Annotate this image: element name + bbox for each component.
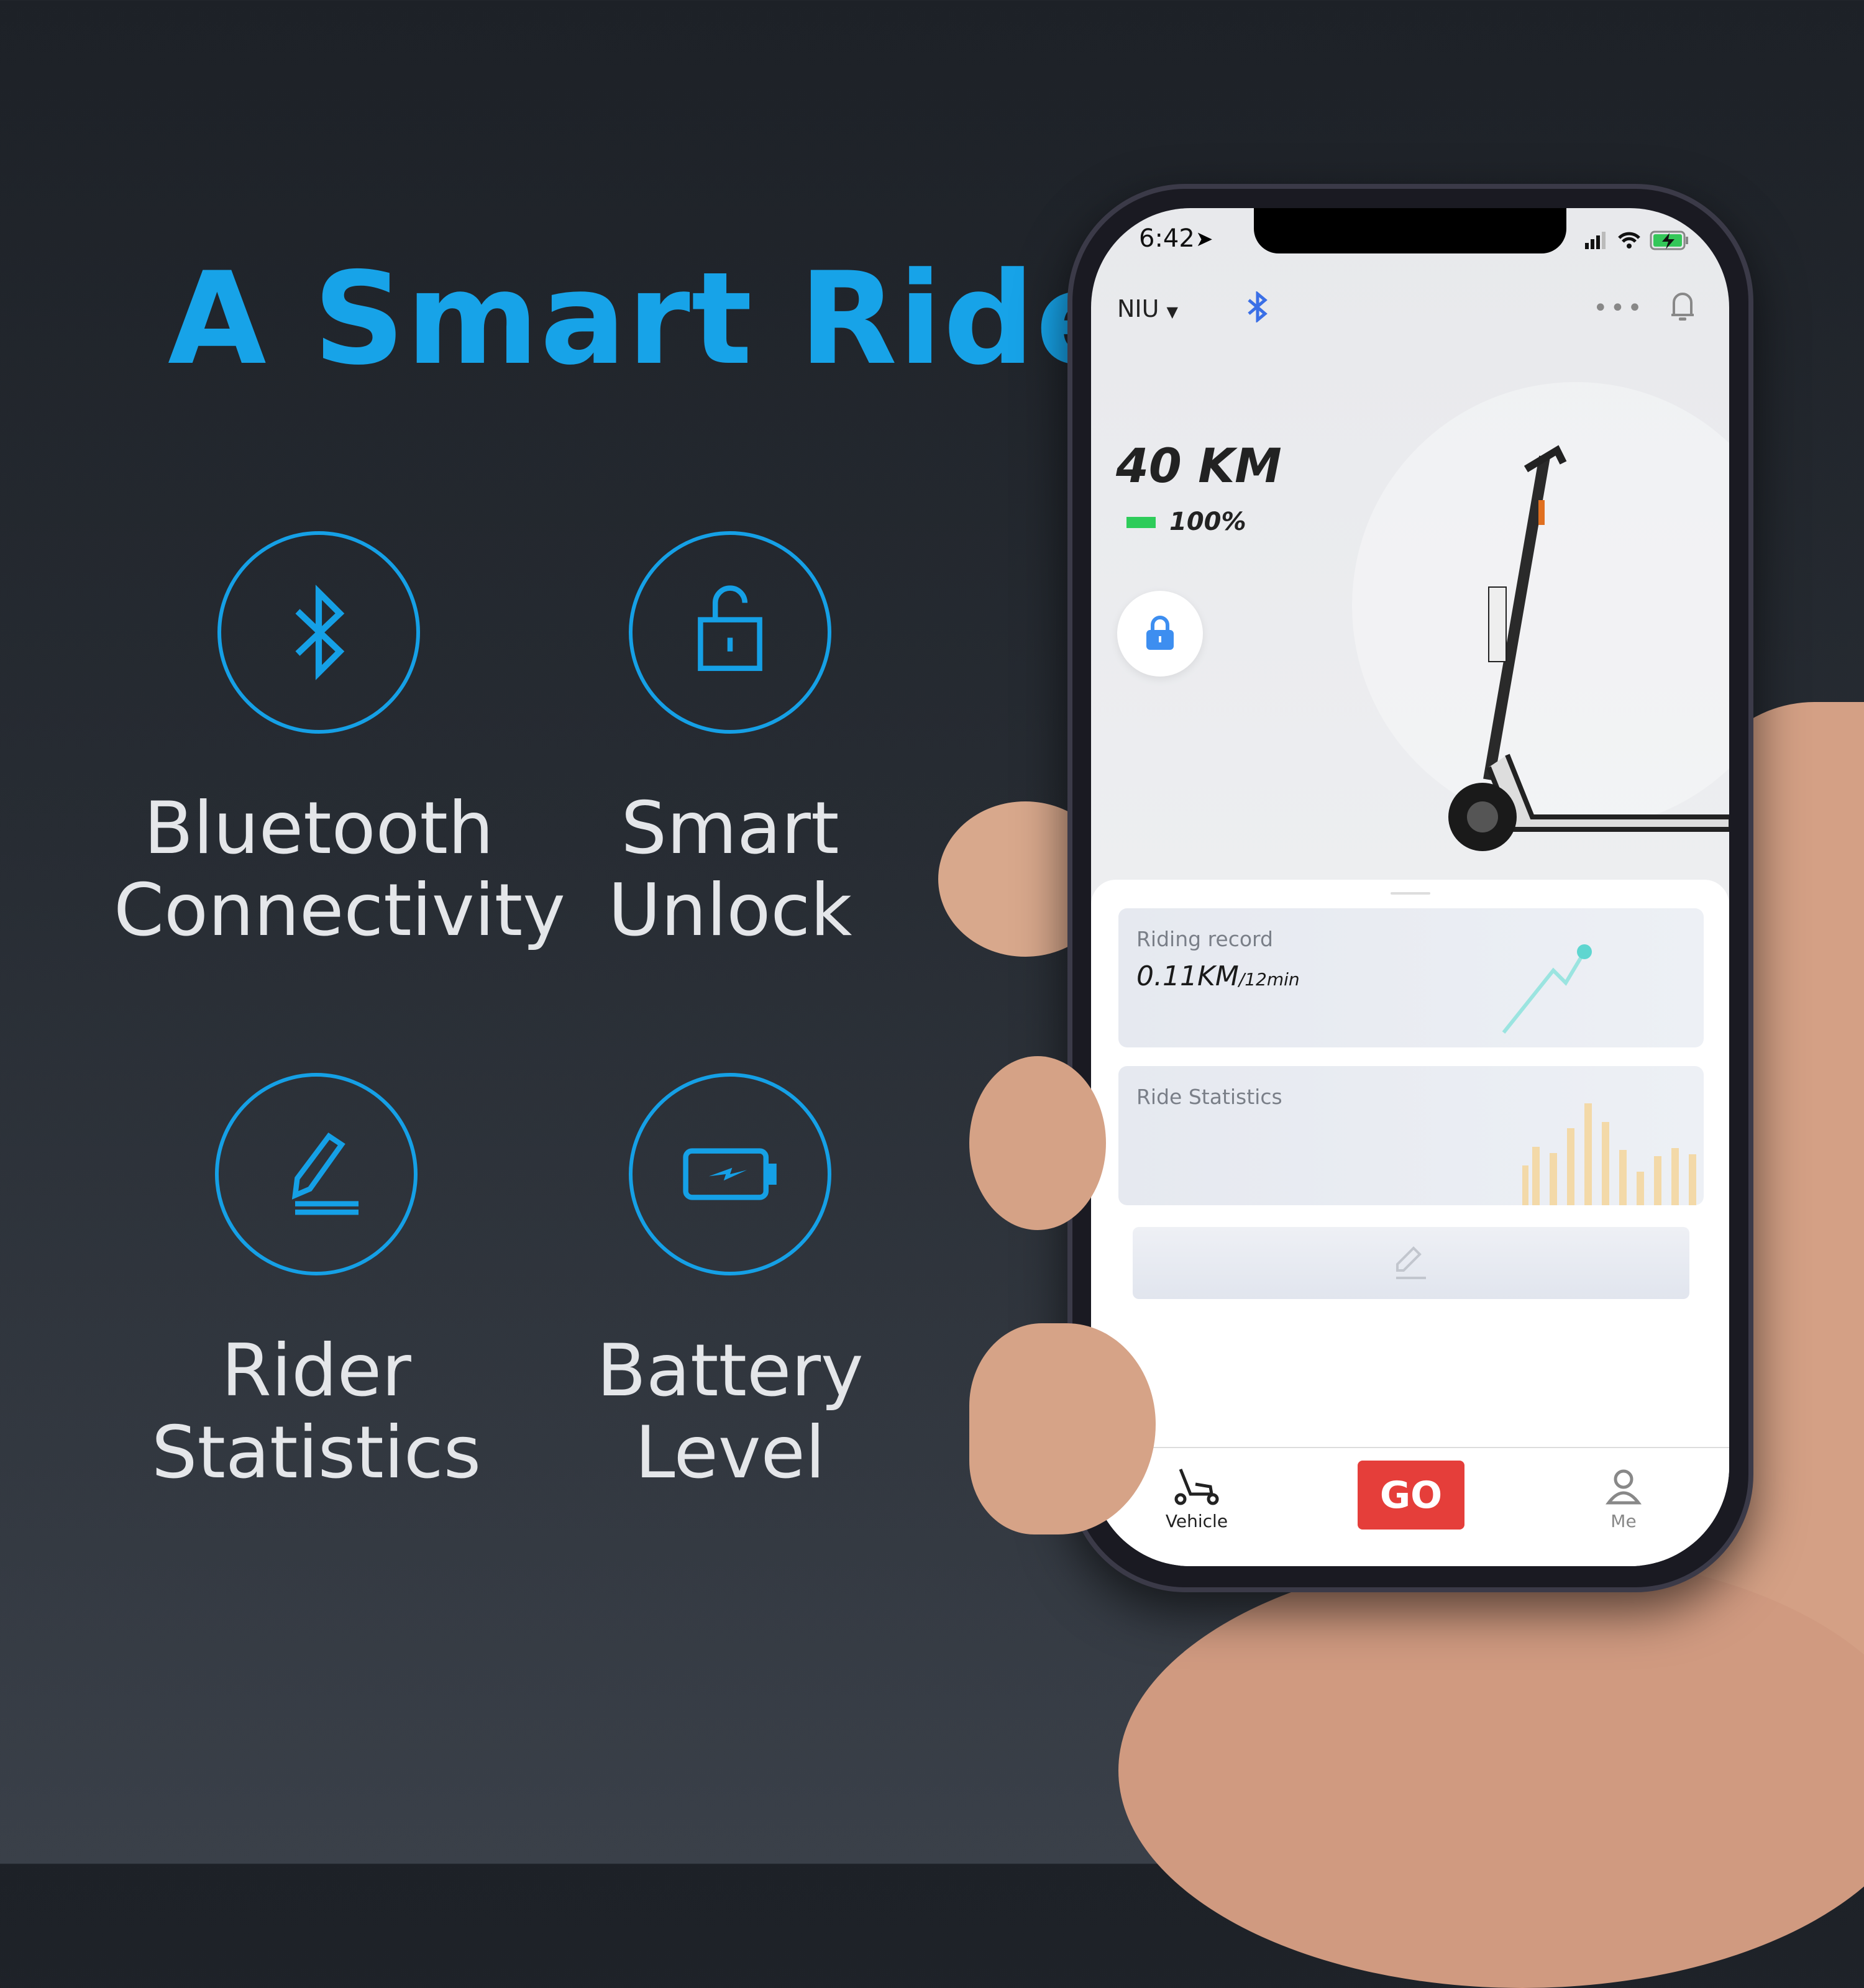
lock-button[interactable]	[1117, 591, 1203, 677]
ride-statistics-label: Ride Statistics	[1136, 1085, 1282, 1109]
phone-screen: 6:42 ➤ NIU ▼ ••• 40 KM 100% Riding recor…	[1091, 208, 1729, 1566]
scooter-icon	[1174, 1469, 1219, 1505]
hand-base	[1118, 1553, 1864, 1988]
feature-statistics: Rider Statistics	[111, 1330, 521, 1494]
vehicle-selector[interactable]: NIU ▼	[1117, 295, 1178, 322]
scooter-image	[1448, 445, 1729, 851]
ride-duration: /12min	[1238, 969, 1300, 990]
tab-vehicle[interactable]: Vehicle	[1153, 1467, 1240, 1531]
more-options-icon[interactable]: •••	[1593, 294, 1645, 322]
feature-label: Level	[634, 1411, 826, 1495]
user-icon	[1605, 1469, 1642, 1505]
feature-unlock: Smart Unlock	[525, 788, 935, 952]
riding-record-card[interactable]: Riding record 0.11KM/12min	[1118, 908, 1704, 1047]
ride-distance: 0.11KM	[1136, 960, 1239, 992]
drag-handle[interactable]	[1391, 892, 1430, 895]
battery-charging-icon	[629, 1073, 831, 1275]
feature-label: Connectivity	[114, 869, 565, 952]
feature-label: Statistics	[151, 1411, 482, 1495]
notch	[1254, 208, 1566, 253]
pencil-icon	[1396, 1246, 1426, 1279]
ride-statistics-card[interactable]: Ride Statistics	[1118, 1066, 1704, 1205]
battery-bar	[1126, 517, 1156, 528]
feature-label: Smart	[621, 787, 839, 870]
pencil-icon	[215, 1073, 418, 1275]
status-time: 6:42	[1139, 224, 1195, 253]
vehicle-name: NIU	[1117, 295, 1159, 322]
feature-label: Bluetooth	[144, 787, 494, 870]
bluetooth-status-icon[interactable]	[1246, 290, 1269, 325]
bottom-sheet: Riding record 0.11KM/12min Ride Statisti…	[1091, 880, 1729, 1566]
feature-label: Battery	[596, 1329, 864, 1413]
unlock-icon	[629, 531, 831, 734]
feature-battery: Battery Level	[525, 1330, 935, 1494]
finger	[969, 1056, 1106, 1230]
tab-me[interactable]: Me	[1580, 1467, 1667, 1531]
feature-bluetooth: Bluetooth Connectivity	[114, 787, 565, 952]
caret-down-icon: ▼	[1166, 303, 1179, 321]
range-value: 40 KM	[1116, 438, 1282, 493]
location-arrow-icon: ➤	[1195, 227, 1213, 252]
headline: A Smart Ride	[168, 245, 1123, 393]
battery-percent: 100%	[1169, 508, 1246, 536]
lock-icon	[1146, 616, 1174, 650]
bluetooth-icon	[217, 531, 420, 734]
tab-me-label: Me	[1610, 1511, 1637, 1531]
riding-record-label: Riding record	[1136, 927, 1273, 951]
tab-vehicle-label: Vehicle	[1165, 1511, 1228, 1531]
status-icons	[1585, 227, 1709, 252]
feature-label: Rider	[221, 1329, 411, 1413]
feature-label: Unlock	[608, 869, 852, 952]
stats-bars-graphic	[1522, 1103, 1696, 1205]
route-graphic	[1502, 944, 1592, 1034]
tab-divider	[1091, 1447, 1729, 1448]
riding-record-value: 0.11KM/12min	[1136, 960, 1300, 992]
edit-button[interactable]	[1133, 1227, 1689, 1299]
go-button[interactable]: GO	[1358, 1461, 1464, 1530]
bell-icon[interactable]	[1669, 289, 1696, 326]
